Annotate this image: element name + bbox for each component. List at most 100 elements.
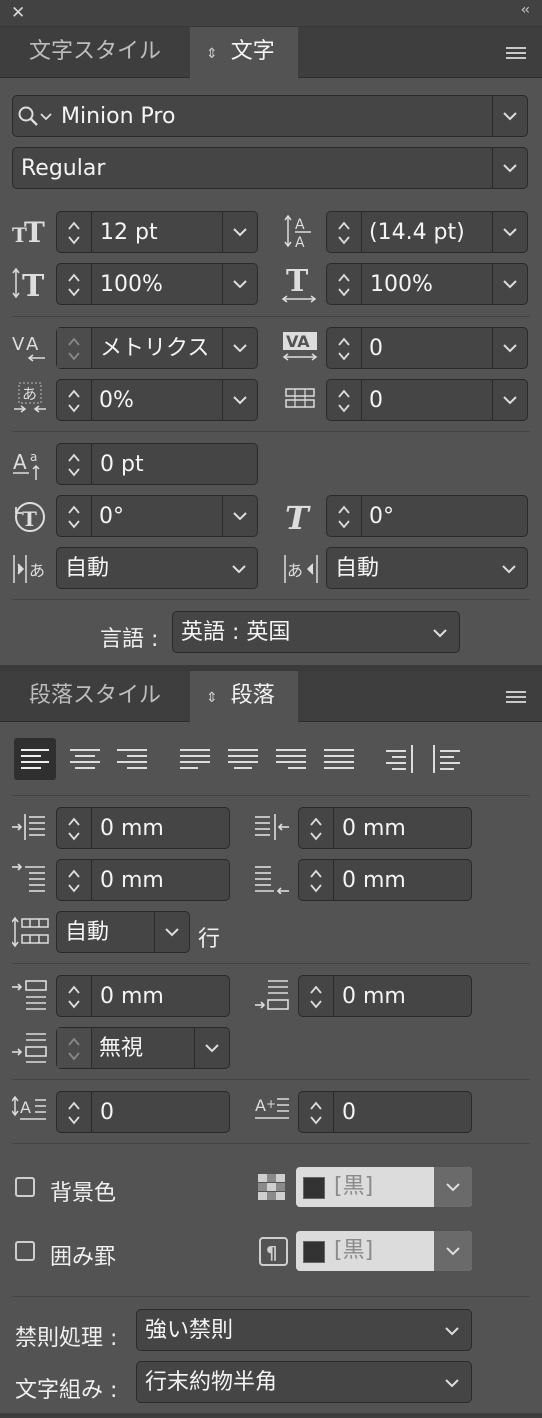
first-line-indent-field[interactable]: 0 mm <box>56 859 230 901</box>
right-indent-field[interactable]: 0 mm <box>298 807 472 849</box>
horizontal-scale-stepper[interactable] <box>327 264 362 304</box>
tracking-field[interactable]: 0 <box>326 327 528 369</box>
font-family-dropdown[interactable] <box>492 96 527 136</box>
font-size-stepper[interactable] <box>57 212 92 252</box>
tab-paragraph[interactable]: ⇕ 段落 <box>190 671 298 722</box>
drop-cap-lines-field[interactable]: 0 <box>56 1091 230 1133</box>
font-size-dropdown[interactable] <box>222 212 257 252</box>
skew-field[interactable]: 0° <box>326 495 528 537</box>
grid-lines-select[interactable]: 自動 <box>56 911 190 953</box>
character-rotation-field[interactable]: 0° <box>56 495 258 537</box>
grid-lines-dropdown[interactable] <box>154 912 189 952</box>
align-center-button[interactable] <box>70 748 100 770</box>
border-color-value: [黒] <box>334 1238 374 1263</box>
right-indent-value: 0 mm <box>342 816 406 841</box>
baseline-shift-stepper[interactable] <box>57 444 92 484</box>
language-select[interactable]: 英語 : 英国 <box>172 611 460 653</box>
tracking-stepper[interactable] <box>327 328 362 368</box>
right-indent-stepper[interactable] <box>299 808 334 848</box>
kerning-dropdown[interactable] <box>222 328 257 368</box>
aki-field[interactable]: 0 <box>326 379 528 421</box>
panel-menu-icon[interactable] <box>506 47 526 61</box>
aki-after-select[interactable]: 自動 <box>326 547 528 589</box>
character-rotation-stepper[interactable] <box>57 496 92 536</box>
align-to-grid-stepper[interactable] <box>57 1028 92 1068</box>
font-style-dropdown[interactable] <box>492 148 527 188</box>
font-family-select[interactable]: Minion Pro <box>12 95 528 137</box>
collapse-panel-icon[interactable]: ‹‹ <box>521 2 530 18</box>
border-settings-icon[interactable]: ¶ <box>258 1236 290 1268</box>
aki-value: 0 <box>369 388 383 413</box>
shading-color-select[interactable]: [黒] <box>296 1167 472 1207</box>
vertical-scale-icon: T <box>12 267 45 300</box>
kinsoku-select[interactable]: 強い禁則 <box>136 1309 472 1351</box>
align-left-button[interactable] <box>14 738 56 780</box>
horizontal-scale-value: 100% <box>370 272 433 297</box>
aki-dropdown[interactable] <box>492 380 527 420</box>
drop-cap-chars-field[interactable]: 0 <box>298 1091 472 1133</box>
shading-checkbox[interactable] <box>15 1177 35 1197</box>
aki-stepper[interactable] <box>327 380 362 420</box>
vertical-scale-dropdown[interactable] <box>222 264 257 304</box>
last-line-right-indent-stepper[interactable] <box>299 860 334 900</box>
panel-menu-icon[interactable] <box>506 691 526 705</box>
space-after-field[interactable]: 0 mm <box>298 975 472 1017</box>
tsume-stepper[interactable] <box>57 380 92 420</box>
chevron-down-icon <box>233 280 247 289</box>
border-checkbox[interactable] <box>15 1241 35 1261</box>
align-right-button[interactable] <box>117 748 147 770</box>
align-away-from-spine-button[interactable] <box>432 743 462 775</box>
leading-stepper[interactable] <box>327 212 362 252</box>
drop-cap-lines-stepper[interactable] <box>57 1092 92 1132</box>
vertical-scale-stepper[interactable] <box>57 264 92 304</box>
tab-character-styles[interactable]: 文字スタイル <box>0 27 190 77</box>
space-after-stepper[interactable] <box>299 976 334 1016</box>
left-indent-field[interactable]: 0 mm <box>56 807 230 849</box>
skew-icon: T <box>285 499 311 534</box>
tracking-dropdown[interactable] <box>492 328 527 368</box>
justify-all-button[interactable] <box>324 748 354 770</box>
border-color-dropdown[interactable] <box>434 1231 472 1271</box>
last-line-right-indent-field[interactable]: 0 mm <box>298 859 472 901</box>
horizontal-scale-field[interactable]: 100% <box>326 263 528 305</box>
divider <box>12 1296 530 1297</box>
horizontal-scale-dropdown[interactable] <box>492 264 527 304</box>
leading-field[interactable]: (14.4 pt) <box>326 211 528 253</box>
kerning-field[interactable]: メトリクス <box>56 327 258 369</box>
drop-cap-lines-value: 0 <box>100 1100 114 1125</box>
baseline-shift-field[interactable]: 0 pt <box>56 443 258 485</box>
tab-character[interactable]: ⇕ 文字 <box>190 27 298 78</box>
justify-right-button[interactable] <box>276 748 306 770</box>
mojikumi-select[interactable]: 行末約物半角 <box>136 1361 472 1403</box>
tab-paragraph-styles[interactable]: 段落スタイル <box>0 671 190 721</box>
tsume-field[interactable]: 0% <box>56 379 258 421</box>
align-to-grid-dropdown[interactable] <box>194 1028 229 1068</box>
first-line-indent-stepper[interactable] <box>57 860 92 900</box>
vertical-scale-field[interactable]: 100% <box>56 263 258 305</box>
space-before-field[interactable]: 0 mm <box>56 975 230 1017</box>
aki-before-select[interactable]: 自動 <box>56 547 258 589</box>
justify-center-button[interactable] <box>228 748 258 770</box>
kerning-icon: VA <box>12 334 45 362</box>
svg-text:T: T <box>24 216 45 246</box>
font-style-select[interactable]: Regular <box>12 147 528 189</box>
justify-left-button[interactable] <box>180 748 210 770</box>
close-icon[interactable]: ✕ <box>11 3 25 23</box>
align-to-grid-select[interactable]: 無視 <box>56 1027 230 1069</box>
space-before-stepper[interactable] <box>57 976 92 1016</box>
left-indent-stepper[interactable] <box>57 808 92 848</box>
shading-color-dropdown[interactable] <box>434 1167 472 1207</box>
character-rotation-dropdown[interactable] <box>222 496 257 536</box>
shading-settings-icon[interactable] <box>256 1172 290 1204</box>
tsume-dropdown[interactable] <box>222 380 257 420</box>
skew-stepper[interactable] <box>327 496 362 536</box>
font-size-field[interactable]: 12 pt <box>56 211 258 253</box>
border-color-select[interactable]: [黒] <box>296 1231 472 1271</box>
stepper-arrows-icon <box>310 817 322 841</box>
drop-cap-chars-stepper[interactable] <box>299 1092 334 1132</box>
aki-after-value: 自動 <box>335 556 380 581</box>
align-toward-spine-button[interactable] <box>386 743 416 775</box>
grid-lines-value: 自動 <box>65 920 110 945</box>
leading-dropdown[interactable] <box>492 212 527 252</box>
kerning-stepper[interactable] <box>57 328 92 368</box>
